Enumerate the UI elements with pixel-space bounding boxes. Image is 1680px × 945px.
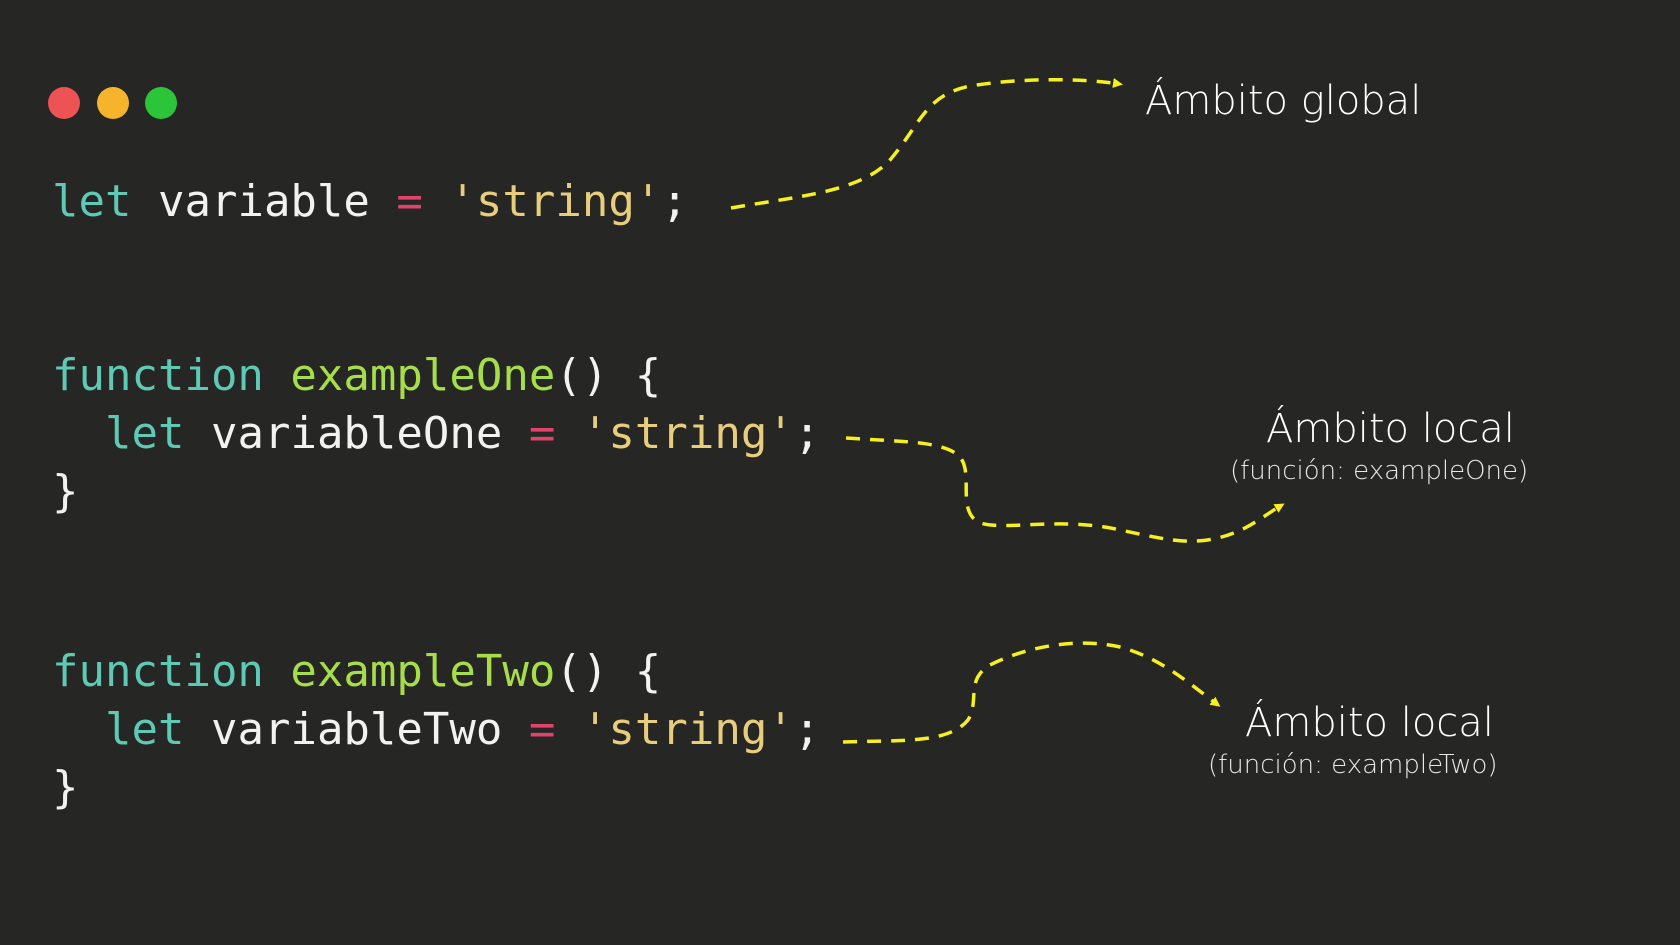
- local-scope-one-label: Ámbito local: [1266, 406, 1515, 452]
- diagram-canvas: let variable = 'string'; function exampl…: [0, 0, 1680, 945]
- local-scope-two-sublabel: (función: exampleTwo): [1208, 750, 1498, 780]
- local-scope-two-label: Ámbito local: [1245, 700, 1494, 746]
- arrow-local-one-scope: [845, 436, 1285, 543]
- local-scope-one-sublabel: (función: exampleOne): [1230, 456, 1529, 486]
- arrow-local-two-scope: [842, 641, 1221, 744]
- arrow-global-scope: [730, 77, 1123, 210]
- global-scope-label: Ámbito global: [1145, 78, 1422, 124]
